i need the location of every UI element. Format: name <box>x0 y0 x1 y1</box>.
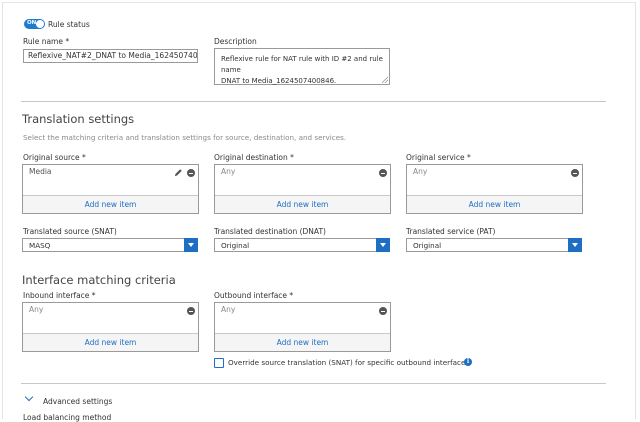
add-new-item-inbound[interactable]: Add new item <box>23 333 198 351</box>
remove-item-icon[interactable] <box>187 307 195 315</box>
resize-grip-icon[interactable] <box>382 77 388 83</box>
translated-destination-label: Translated destination (DNAT) <box>214 227 326 236</box>
override-snat-checkbox[interactable] <box>214 358 224 368</box>
toggle-knob <box>36 20 44 28</box>
add-new-item-source[interactable]: Add new item <box>23 195 198 213</box>
rule-status-label: Rule status <box>48 20 90 29</box>
edit-pencil-icon[interactable] <box>174 168 183 177</box>
rule-name-label: Rule name * <box>23 37 70 46</box>
inbound-interface-value: Any <box>29 305 44 314</box>
outbound-interface-label: Outbound interface * <box>214 291 294 300</box>
section-divider <box>21 101 606 102</box>
description-line-2: DNAT to Media_1624507400846. <box>221 77 337 85</box>
original-source-box[interactable]: Media Add new item <box>22 164 199 214</box>
chevron-down-icon[interactable] <box>376 238 390 252</box>
original-destination-label: Original destination * <box>214 153 294 162</box>
rule-name-input[interactable]: Reflexive_NAT#2_DNAT to Media_1624507400… <box>23 49 198 63</box>
remove-item-icon[interactable] <box>379 307 387 315</box>
translated-service-value: Original <box>413 241 442 250</box>
original-destination-box[interactable]: Any Add new item <box>214 164 391 214</box>
outbound-interface-box[interactable]: Any Add new item <box>214 302 391 352</box>
description-textarea[interactable]: Reflexive rule for NAT rule with ID #2 a… <box>214 48 390 85</box>
add-new-item-outbound[interactable]: Add new item <box>215 333 390 351</box>
remove-item-icon[interactable] <box>379 169 387 177</box>
section-divider <box>21 383 606 384</box>
translated-source-label: Translated source (SNAT) <box>23 227 117 236</box>
description-label: Description <box>214 37 257 46</box>
description-line-1: Reflexive rule for NAT rule with ID #2 a… <box>221 55 383 74</box>
remove-item-icon[interactable] <box>187 169 195 177</box>
original-service-label: Original service * <box>406 153 471 162</box>
translation-settings-title: Translation settings <box>22 112 135 126</box>
add-new-item-destination[interactable]: Add new item <box>215 195 390 213</box>
inbound-interface-box[interactable]: Any Add new item <box>22 302 199 352</box>
original-service-box[interactable]: Any Add new item <box>406 164 583 214</box>
translated-source-select[interactable]: MASQ <box>22 238 198 252</box>
outbound-interface-value: Any <box>221 305 236 314</box>
inbound-interface-label: Inbound interface * <box>23 291 96 300</box>
translated-service-label: Translated service (PAT) <box>406 227 496 236</box>
remove-item-icon[interactable] <box>571 169 579 177</box>
translation-settings-subtitle: Select the matching criteria and transla… <box>23 133 347 142</box>
original-service-value: Any <box>413 167 428 176</box>
info-icon[interactable]: i <box>464 358 472 366</box>
chevron-down-icon[interactable] <box>568 238 582 252</box>
translated-destination-select[interactable]: Original <box>214 238 390 252</box>
override-snat-label: Override source translation (SNAT) for s… <box>228 358 470 367</box>
toggle-on-text: ON <box>27 20 37 26</box>
original-source-value: Media <box>29 167 52 176</box>
translated-source-value: MASQ <box>29 241 51 250</box>
translated-destination-value: Original <box>221 241 250 250</box>
original-destination-value: Any <box>221 167 236 176</box>
interface-matching-title: Interface matching criteria <box>22 273 176 287</box>
add-new-item-service[interactable]: Add new item <box>407 195 582 213</box>
rule-status-toggle[interactable]: ON <box>24 19 45 29</box>
advanced-settings-toggle[interactable]: Advanced settings <box>43 397 112 406</box>
original-source-label: Original source * <box>23 153 86 162</box>
chevron-down-icon[interactable] <box>184 238 198 252</box>
translated-service-select[interactable]: Original <box>406 238 582 252</box>
